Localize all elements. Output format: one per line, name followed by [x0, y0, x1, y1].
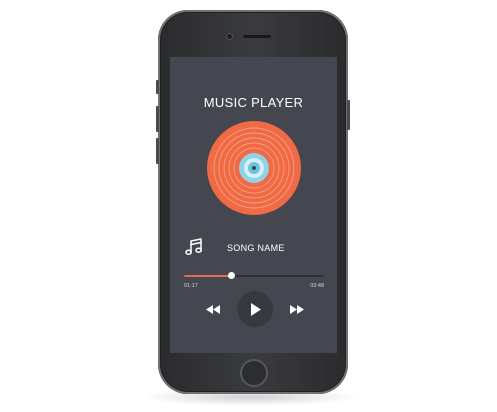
play-icon [251, 302, 261, 316]
fast-forward-button[interactable] [288, 303, 306, 315]
phone-frame: MUSIC PLAYER SONG NAME 01:17 03:48 [156, 10, 350, 394]
volume-up-button [156, 106, 159, 132]
home-button[interactable] [240, 359, 268, 387]
mute-switch [156, 80, 159, 94]
progress-bar[interactable] [184, 272, 324, 279]
play-button[interactable] [237, 291, 273, 327]
rewind-icon [206, 304, 220, 314]
elapsed-time: 01:17 [184, 283, 198, 289]
earpiece-speaker [243, 35, 271, 38]
music-note-icon [185, 238, 202, 256]
power-button [347, 100, 350, 130]
app-title: MUSIC PLAYER [203, 95, 304, 110]
vinyl-record-icon [207, 121, 301, 215]
app-screen: MUSIC PLAYER SONG NAME 01:17 03:48 [170, 57, 337, 353]
fast-forward-icon [290, 304, 304, 314]
rewind-button[interactable] [204, 303, 222, 315]
progress-fill [184, 275, 232, 277]
progress-knob[interactable] [228, 272, 236, 279]
front-camera [226, 33, 233, 40]
volume-down-button [156, 138, 159, 164]
total-duration: 03:48 [310, 283, 324, 289]
song-name: SONG NAME [227, 243, 285, 253]
